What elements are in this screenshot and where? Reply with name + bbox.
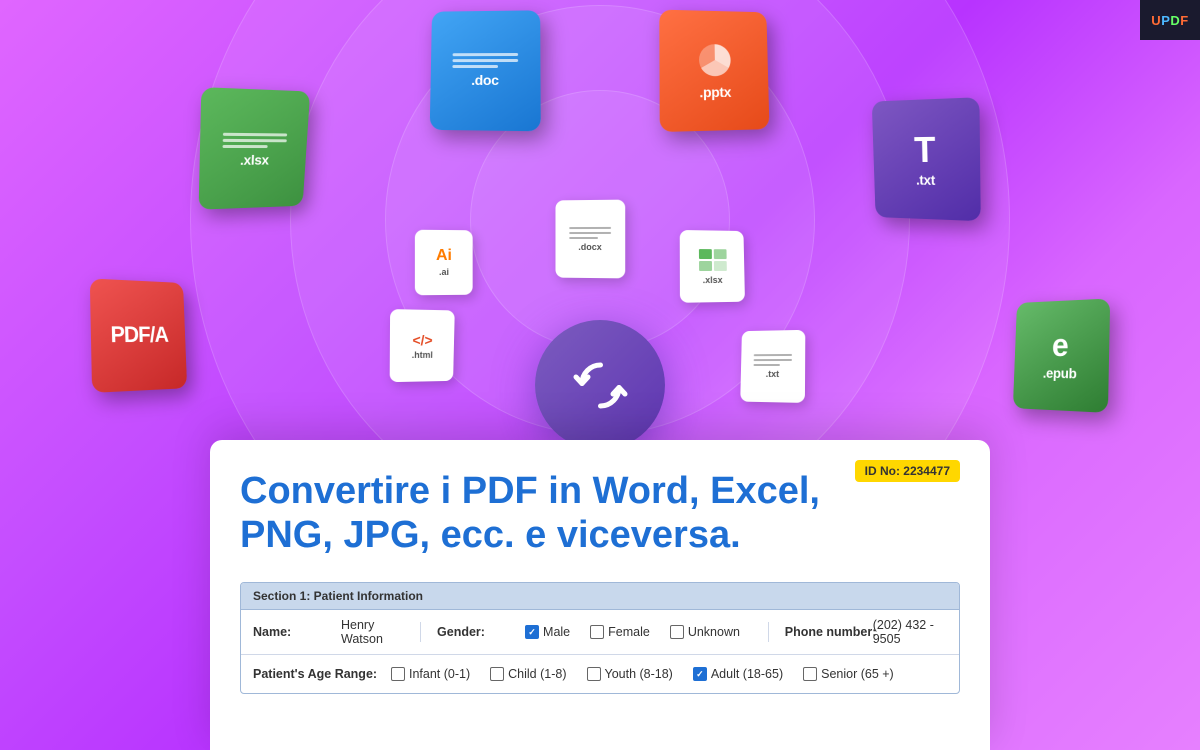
- pdfa-decoration: PDF/A: [110, 324, 168, 347]
- file-icon-xlsx-small: .xlsx: [680, 230, 745, 303]
- adult-label: Adult (18-65): [711, 667, 783, 681]
- phone-label: Phone number:: [785, 625, 865, 639]
- file-icon-pdfa-large: PDF/A: [90, 278, 187, 392]
- male-checkbox-group[interactable]: Male: [525, 625, 570, 639]
- adult-checkbox-group[interactable]: Adult (18-65): [693, 667, 783, 681]
- pptx-chart-decoration: [692, 40, 737, 80]
- infant-label: Infant (0-1): [409, 667, 470, 681]
- file-lines-decoration: [452, 53, 518, 68]
- child-checkbox[interactable]: [490, 667, 504, 681]
- small-lines: [569, 226, 611, 238]
- age-label: Patient's Age Range:: [253, 667, 383, 681]
- logo-u: U: [1151, 13, 1161, 28]
- unknown-label: Unknown: [688, 625, 740, 639]
- pptx-large-label: .pptx: [699, 84, 731, 100]
- unknown-checkbox-group[interactable]: Unknown: [670, 625, 740, 639]
- form-row-age: Patient's Age Range: Infant (0-1) Child …: [241, 655, 959, 693]
- divider: [420, 622, 421, 642]
- doc-title: Convertire i PDF in Word, Excel, PNG, JP…: [240, 470, 920, 557]
- senior-label: Senior (65 +): [821, 667, 894, 681]
- updf-logo: UPDF: [1140, 0, 1200, 40]
- senior-checkbox[interactable]: [803, 667, 817, 681]
- senior-checkbox-group[interactable]: Senior (65 +): [803, 667, 894, 681]
- doc-large-label: .doc: [471, 71, 499, 87]
- name-label: Name:: [253, 625, 333, 639]
- html-small-label: .html: [412, 349, 433, 359]
- file-icon-ai-small: Ai .ai: [415, 230, 473, 296]
- gender-label: Gender:: [437, 625, 517, 639]
- small-lines: [754, 353, 793, 365]
- logo-p: P: [1161, 13, 1170, 28]
- file-icon-txt-large: T .txt: [872, 97, 981, 221]
- txt-large-label: .txt: [916, 172, 935, 188]
- xlsx-grid-decoration: [697, 248, 727, 272]
- logo-d: D: [1170, 13, 1180, 28]
- divider2: [768, 622, 769, 642]
- file-icon-pptx-large: .pptx: [659, 10, 769, 132]
- phone-value: (202) 432 - 9505: [873, 618, 947, 646]
- infant-checkbox-group[interactable]: Infant (0-1): [391, 667, 470, 681]
- epub-large-label: .epub: [1043, 365, 1077, 382]
- conversion-center-icon[interactable]: [535, 320, 665, 450]
- male-label: Male: [543, 625, 570, 639]
- ai-decoration: Ai: [436, 248, 452, 264]
- xlsx-large-label: .xlsx: [240, 151, 269, 167]
- docx-small-label: .docx: [578, 241, 601, 251]
- female-label: Female: [608, 625, 650, 639]
- ai-small-label: .ai: [439, 267, 449, 277]
- file-icon-txt-small: .txt: [740, 330, 805, 403]
- infant-checkbox[interactable]: [391, 667, 405, 681]
- patient-form-section: Section 1: Patient Information Name: Hen…: [240, 582, 960, 694]
- xlsx-small-label: .xlsx: [703, 274, 723, 284]
- form-row-name-gender: Name: Henry Watson Gender: Male Female U…: [241, 610, 959, 655]
- child-label: Child (1-8): [508, 667, 566, 681]
- file-icon-html-small: </> .html: [390, 309, 455, 382]
- id-badge: ID No: 2234477: [855, 460, 960, 482]
- unknown-checkbox[interactable]: [670, 625, 684, 639]
- youth-label: Youth (8-18): [605, 667, 673, 681]
- adult-checkbox[interactable]: [693, 667, 707, 681]
- child-checkbox-group[interactable]: Child (1-8): [490, 667, 566, 681]
- txt-small-label: .txt: [766, 368, 779, 378]
- txt-t-decoration: T: [914, 132, 936, 168]
- name-value: Henry Watson: [341, 618, 404, 646]
- epub-decoration: e: [1052, 329, 1070, 361]
- male-checkbox[interactable]: [525, 625, 539, 639]
- female-checkbox-group[interactable]: Female: [590, 625, 650, 639]
- logo-f: F: [1180, 13, 1188, 28]
- html-decoration: </>: [412, 332, 432, 346]
- document-panel: ID No: 2234477 Convertire i PDF in Word,…: [210, 440, 990, 750]
- file-icon-doc-large: .doc: [430, 10, 541, 131]
- file-icon-xlsx-large: .xlsx: [199, 87, 311, 210]
- file-lines-decoration: [223, 132, 288, 147]
- sync-icon: [568, 353, 633, 418]
- file-icon-docx-small: .docx: [555, 200, 625, 279]
- youth-checkbox-group[interactable]: Youth (8-18): [587, 667, 673, 681]
- file-icon-epub-large: e .epub: [1013, 298, 1110, 412]
- section-header: Section 1: Patient Information: [241, 583, 959, 610]
- youth-checkbox[interactable]: [587, 667, 601, 681]
- female-checkbox[interactable]: [590, 625, 604, 639]
